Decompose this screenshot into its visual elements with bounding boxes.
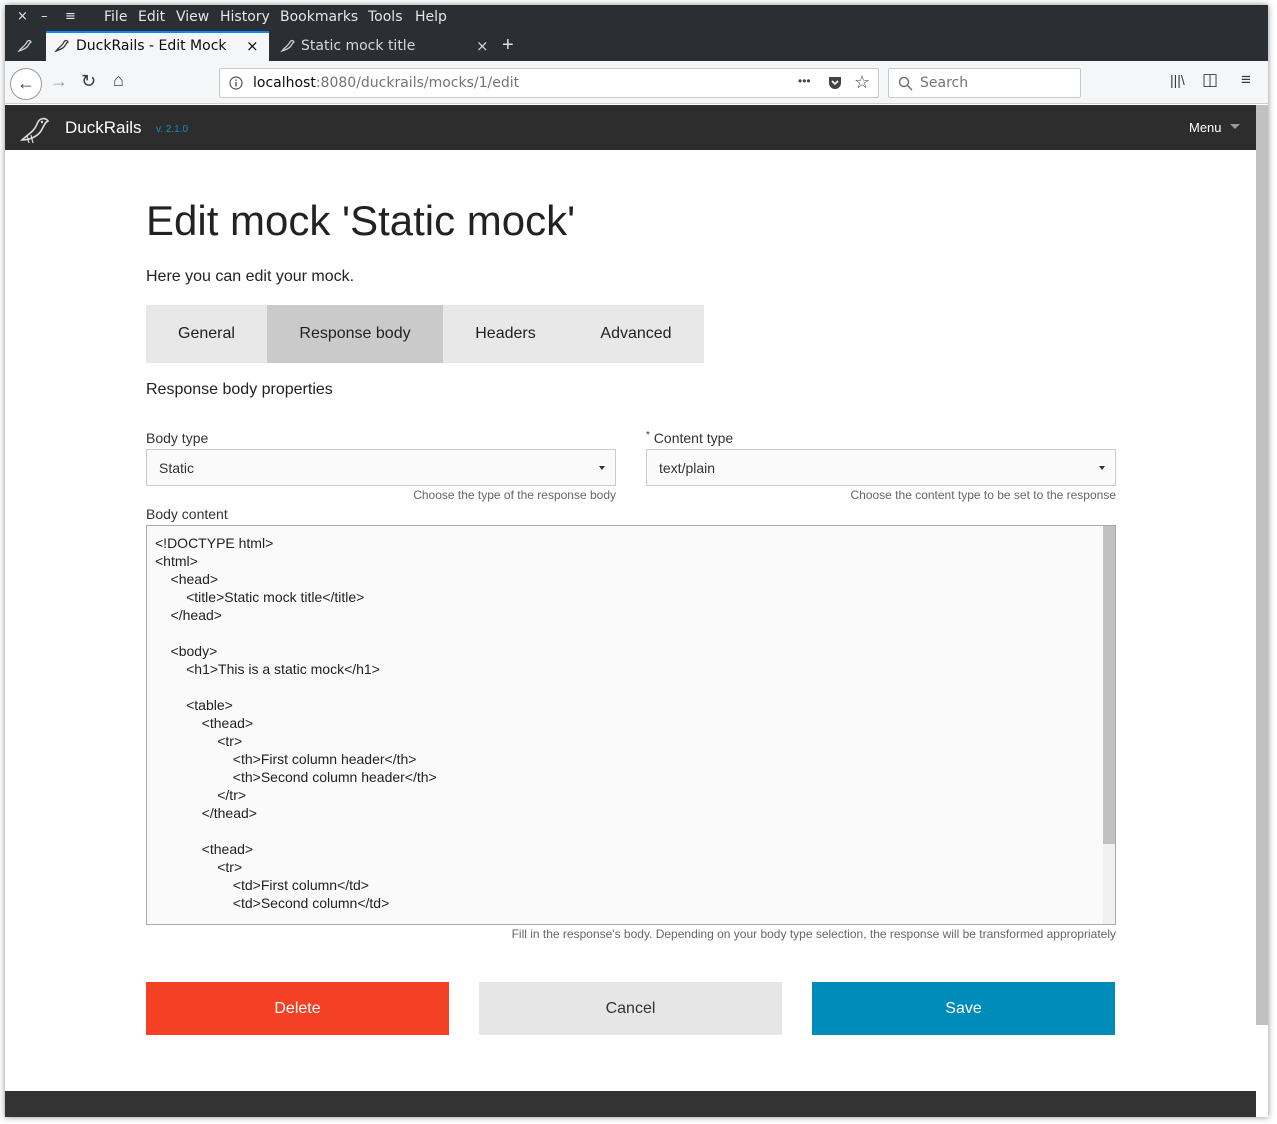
app-header: DuckRails v. 2.1.0 Menu xyxy=(5,105,1256,150)
menu-view[interactable]: View xyxy=(176,9,209,25)
duckrails-logo-icon[interactable] xyxy=(19,114,51,144)
search-input[interactable]: Search xyxy=(920,75,968,91)
content-type-hint: Choose the content type to be set to the… xyxy=(850,488,1116,502)
delete-button[interactable]: Delete xyxy=(146,982,449,1035)
hamburger-menu-icon[interactable]: ≡ xyxy=(1241,70,1251,90)
tab-headers[interactable]: Headers xyxy=(443,305,568,363)
mock-tabs: General Response body Headers Advanced xyxy=(146,305,704,363)
content-type-value: text/plain xyxy=(659,460,716,476)
chevron-down-icon xyxy=(599,466,605,470)
menu-bar: × – ≡ File Edit View History Bookmarks T… xyxy=(5,5,1268,31)
version-label: v. 2.1.0 xyxy=(156,124,189,135)
body-type-value: Static xyxy=(159,460,195,476)
home-button[interactable]: ⌂ xyxy=(113,70,124,91)
search-icon xyxy=(898,76,913,91)
content-type-label: * Content type xyxy=(646,430,734,446)
tab-pinned[interactable] xyxy=(5,31,45,61)
tab-title: DuckRails - Edit Mock xyxy=(76,38,227,54)
cancel-button[interactable]: Cancel xyxy=(479,982,782,1035)
section-title: Response body properties xyxy=(146,381,333,398)
tab-duckrails-edit-mock[interactable]: DuckRails - Edit Mock × xyxy=(46,31,269,61)
close-tab-icon[interactable]: × xyxy=(476,37,489,55)
chevron-down-icon xyxy=(1099,466,1105,470)
close-window-icon[interactable]: × xyxy=(17,9,28,24)
duck-icon xyxy=(54,39,69,53)
forward-button[interactable]: → xyxy=(50,71,68,92)
page-subtitle: Here you can edit your mock. xyxy=(146,268,355,285)
search-bar[interactable]: Search xyxy=(888,68,1081,98)
minimize-window-icon[interactable]: – xyxy=(41,9,48,24)
library-icon[interactable]: |||\ xyxy=(1170,72,1185,88)
reload-button[interactable]: ↻ xyxy=(81,71,96,92)
new-tab-icon[interactable]: + xyxy=(502,34,514,57)
body-type-select[interactable]: Static xyxy=(146,449,616,486)
content-type-select[interactable]: text/plain xyxy=(646,449,1116,486)
page-scroll-thumb[interactable] xyxy=(1256,105,1268,1025)
body-type-label: Body type xyxy=(146,430,209,446)
menu-bookmarks[interactable]: Bookmarks xyxy=(280,9,358,25)
page-actions-icon[interactable]: ••• xyxy=(798,74,811,88)
page-title: Edit mock 'Static mock' xyxy=(146,197,576,244)
tab-static-mock-title[interactable]: Static mock title × xyxy=(271,31,493,61)
app-menu-button[interactable]: Menu xyxy=(1189,120,1222,135)
navigation-bar: ← → ↻ ⌂ localhost:8080/duckrails/mocks/1… xyxy=(5,61,1268,104)
editor-scroll-thumb[interactable] xyxy=(1103,526,1115,844)
body-type-hint: Choose the type of the response body xyxy=(413,488,616,502)
url-bar[interactable]: localhost:8080/duckrails/mocks/1/edit ••… xyxy=(219,68,879,98)
tab-bar: DuckRails - Edit Mock × Static mock titl… xyxy=(5,31,1268,61)
body-content-hint: Fill in the response's body. Depending o… xyxy=(511,927,1116,941)
menu-help[interactable]: Help xyxy=(415,9,447,25)
body-content-editor[interactable]: <!DOCTYPE html> <html> <head> <title>Sta… xyxy=(146,525,1116,925)
tab-general[interactable]: General xyxy=(146,305,267,363)
body-content-label: Body content xyxy=(146,506,228,522)
back-button[interactable]: ← xyxy=(10,68,42,100)
tab-title: Static mock title xyxy=(301,38,416,54)
required-mark: * xyxy=(646,430,650,441)
menu-history[interactable]: History xyxy=(220,9,270,25)
pocket-icon[interactable] xyxy=(827,75,843,91)
window-menu-icon[interactable]: ≡ xyxy=(65,9,76,24)
bookmark-star-icon[interactable]: ☆ xyxy=(854,72,870,93)
menu-file[interactable]: File xyxy=(104,9,127,25)
close-tab-icon[interactable]: × xyxy=(246,37,259,55)
save-button[interactable]: Save xyxy=(812,982,1115,1035)
page-footer xyxy=(5,1091,1256,1117)
main-content: Edit mock 'Static mock' Here you can edi… xyxy=(5,150,1256,1090)
url-text: localhost:8080/duckrails/mocks/1/edit xyxy=(253,75,520,91)
sidebar-icon[interactable]: ◫ xyxy=(1202,70,1218,90)
duck-icon xyxy=(280,39,295,53)
info-icon[interactable] xyxy=(229,76,243,90)
tab-response-body[interactable]: Response body xyxy=(267,305,443,363)
menu-tools[interactable]: Tools xyxy=(368,9,403,25)
duck-icon xyxy=(17,39,32,53)
tab-advanced[interactable]: Advanced xyxy=(568,305,704,363)
chevron-down-icon[interactable] xyxy=(1230,124,1240,129)
menu-edit[interactable]: Edit xyxy=(138,9,165,25)
browser-window: × – ≡ File Edit View History Bookmarks T… xyxy=(5,5,1268,1117)
body-content-text[interactable]: <!DOCTYPE html> <html> <head> <title>Sta… xyxy=(155,534,437,912)
brand-name[interactable]: DuckRails xyxy=(65,118,142,138)
